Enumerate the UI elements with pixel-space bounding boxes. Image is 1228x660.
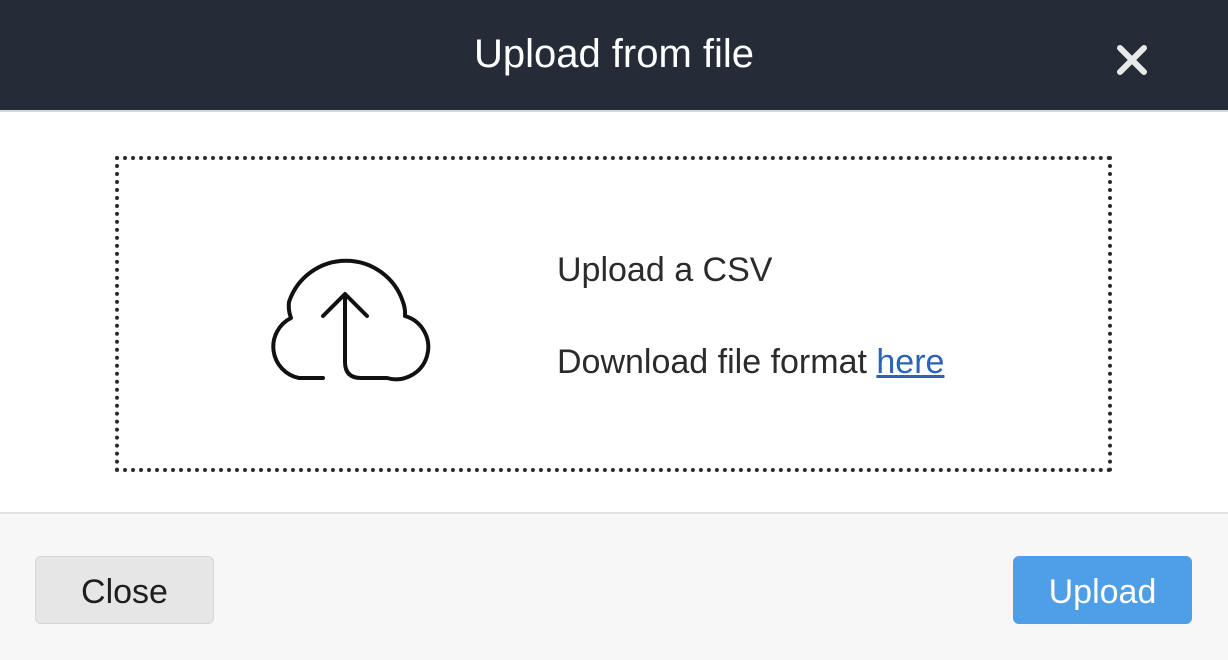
file-dropzone[interactable]: Upload a CSV Download file format here — [115, 156, 1112, 472]
download-format-label: Download file format — [557, 343, 877, 381]
modal-body: Upload a CSV Download file format here — [0, 112, 1228, 512]
upload-button[interactable]: Upload — [1013, 556, 1192, 624]
modal-footer: Close Upload — [0, 512, 1228, 660]
close-x-icon[interactable] — [1112, 40, 1152, 80]
upload-csv-label: Upload a CSV — [557, 251, 773, 289]
cloud-upload-icon — [257, 244, 441, 384]
upload-modal: Upload from file Upload a CSV Download f… — [0, 0, 1228, 660]
close-button[interactable]: Close — [35, 556, 214, 624]
modal-title: Upload from file — [473, 32, 755, 76]
modal-header: Upload from file — [0, 0, 1228, 112]
download-format-link[interactable]: here — [876, 343, 944, 381]
download-format-text: Download file format here — [557, 342, 944, 382]
